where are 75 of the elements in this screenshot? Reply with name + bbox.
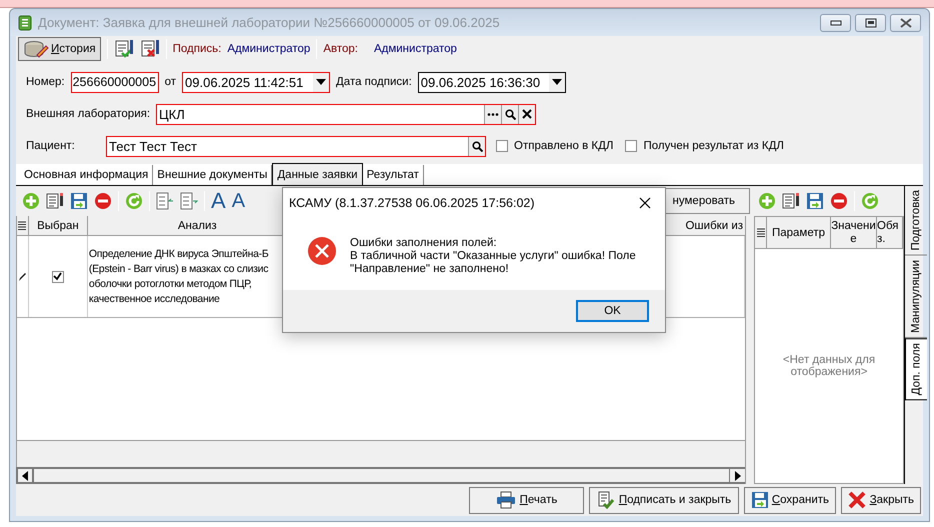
document-check-icon	[596, 491, 615, 509]
number-field[interactable]: 256660000005	[70, 72, 159, 92]
dropdown-icon[interactable]	[313, 72, 330, 92]
checkbox-label: Отправлено в КДЛ	[514, 140, 614, 152]
tab[interactable]: Данные заявки	[272, 163, 363, 185]
minimize-button[interactable]	[820, 14, 851, 32]
author-value: Администратор	[374, 43, 457, 55]
sign-date-label: Дата подписи:	[336, 76, 412, 88]
column-header[interactable]: Значение	[831, 217, 877, 248]
checkbox[interactable]	[496, 140, 508, 152]
font-smaller-button[interactable]: A	[232, 191, 246, 211]
clear-icon[interactable]	[518, 104, 536, 124]
save-icon	[751, 491, 768, 509]
patient-field[interactable]: Тест Тест Тест	[106, 136, 486, 156]
edit-icon[interactable]	[782, 192, 800, 210]
side-tab[interactable]: Манипуляции	[905, 256, 927, 338]
maximize-icon	[864, 18, 876, 28]
edit-icon[interactable]	[46, 192, 64, 210]
signature-value: Администратор	[227, 43, 310, 55]
side-tab[interactable]: Доп. поля	[905, 338, 927, 400]
empty-message: <Нет данных для отображения>	[782, 354, 876, 378]
document-cross-icon[interactable]	[140, 39, 160, 59]
close-button[interactable]: Закрыть	[841, 486, 921, 514]
list-left-icon[interactable]	[156, 192, 174, 210]
document-icon	[18, 14, 32, 30]
delete-icon[interactable]	[94, 192, 112, 210]
dialog-title: КСАМУ (8.1.37.27538 06.06.2025 17:56:02)	[289, 196, 535, 210]
column-header[interactable]: Выбран	[28, 216, 88, 235]
tab[interactable]: Основная информация	[20, 165, 154, 185]
close-button[interactable]	[890, 14, 921, 32]
date-label: от	[164, 76, 176, 88]
search-icon[interactable]	[468, 136, 485, 156]
maximize-button[interactable]	[855, 14, 886, 32]
error-icon	[307, 236, 337, 266]
delete-icon[interactable]	[830, 192, 848, 210]
save-button[interactable]: Сохранить	[744, 486, 836, 514]
error-message: Ошибки заполнения полей: В табличной части "Оказанные услуги" ошибка! Поле "Направление" не заполнено!	[350, 237, 636, 276]
column-header[interactable]: Обяз.	[877, 217, 903, 248]
table-cell: Определение ДНК вируса Эпштейна-Б (Epstein - Barr virus) в мазках со слизис оболочки ротоглотки методом ПЦР, качественное исследование	[88, 246, 268, 306]
close-icon	[639, 197, 651, 209]
column-menu-icon[interactable]	[755, 217, 767, 248]
save-icon[interactable]	[70, 192, 88, 210]
font-larger-button[interactable]: A	[211, 190, 226, 212]
save-icon[interactable]	[806, 192, 824, 210]
ok-button[interactable]: OK	[576, 300, 649, 322]
checkbox-label: Получен результат из КДЛ	[643, 140, 784, 152]
checkbox[interactable]	[52, 270, 64, 282]
lab-field[interactable]: ЦКЛ	[156, 104, 536, 124]
patient-label: Пациент:	[26, 140, 76, 152]
close-icon	[900, 18, 912, 28]
search-icon[interactable]	[501, 104, 518, 124]
print-button[interactable]: Печать	[469, 486, 584, 514]
date-field[interactable]: 09.06.2025 11:42:51	[182, 72, 330, 92]
window-title: Документ: Заявка для внешней лаборатории №256660000005 от 09.06.2025	[38, 15, 500, 30]
column-header[interactable]: Параметр	[767, 217, 831, 248]
checkbox[interactable]	[625, 140, 638, 152]
sign-date-field[interactable]: 09.06.2025 16:36:30	[418, 72, 566, 92]
dropdown-icon[interactable]	[548, 72, 565, 92]
database-pencil-icon	[23, 40, 49, 58]
cross-icon	[848, 491, 866, 509]
column-menu-icon[interactable]	[17, 216, 29, 235]
side-tab[interactable]: Подготовка	[905, 186, 927, 256]
tab[interactable]: Результат	[362, 165, 424, 185]
list-right-icon[interactable]	[180, 192, 198, 210]
printer-icon	[496, 491, 516, 509]
number-label: Номер:	[26, 76, 65, 88]
sign-button[interactable]: Подписать и закрыть	[589, 486, 739, 514]
lab-label: Внешняя лаборатория:	[26, 108, 150, 120]
minimize-icon	[830, 20, 842, 26]
history-button[interactable]: История	[18, 37, 101, 61]
author-label: Автор:	[323, 43, 358, 55]
document-check-icon[interactable]	[114, 39, 134, 59]
more-icon[interactable]	[484, 104, 502, 124]
pencil-icon	[17, 236, 29, 317]
signature-label: Подпись:	[172, 43, 222, 55]
